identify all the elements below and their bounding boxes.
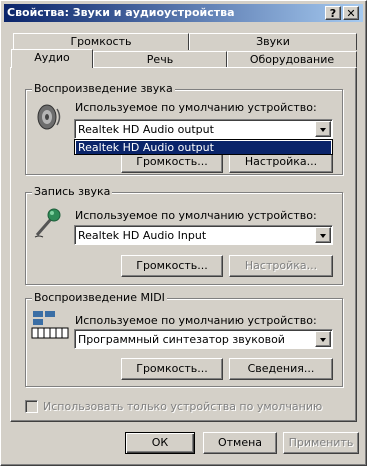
recording-device-value: Realtek HD Audio Input [78, 229, 207, 242]
midi-device-select[interactable]: Программный синтезатор звуковой [74, 329, 333, 349]
cancel-button[interactable]: Отмена [203, 432, 277, 454]
midi-volume-button[interactable]: Громкость... [121, 358, 223, 380]
dropdown-option[interactable]: Realtek HD Audio output [76, 141, 331, 154]
playback-device-select[interactable]: Realtek HD Audio output [74, 119, 333, 139]
default-only-checkbox[interactable] [25, 400, 38, 413]
playback-device-label: Используемое по умолчанию устройство: [75, 101, 317, 114]
microphone-icon [34, 208, 61, 238]
midi-keyboard-icon [31, 311, 69, 339]
tab-audio[interactable]: Аудио [11, 49, 93, 68]
chevron-down-icon[interactable] [315, 227, 331, 243]
title-bar[interactable]: Свойства: Звуки и аудиоустройства ? ✕ [4, 4, 363, 22]
midi-group-label: Воспроизведение MIDI [32, 291, 167, 304]
properties-window: Свойства: Звуки и аудиоустройства ? ✕ Гр… [0, 0, 367, 466]
tab-speech[interactable]: Речь [93, 51, 227, 68]
ok-button[interactable]: ОК [125, 432, 195, 454]
recording-device-select[interactable]: Realtek HD Audio Input [74, 225, 333, 245]
chevron-down-icon[interactable] [315, 331, 331, 347]
playback-device-dropdown: Realtek HD Audio output [74, 139, 333, 155]
help-button[interactable]: ? [325, 6, 341, 20]
close-button[interactable]: ✕ [343, 6, 359, 20]
midi-device-value: Программный синтезатор звуковой [78, 333, 285, 346]
recording-device-label: Используемое по умолчанию устройство: [75, 209, 317, 222]
recording-volume-button[interactable]: Громкость... [121, 255, 223, 277]
recording-settings-button: Настройка... [229, 255, 333, 277]
playback-device-value: Realtek HD Audio output [78, 123, 214, 136]
chevron-down-icon[interactable] [315, 121, 331, 137]
speaker-icon [37, 104, 61, 130]
playback-group-label: Воспроизведение звука [32, 82, 175, 95]
tab-sounds[interactable]: Звуки [189, 33, 357, 50]
default-only-label: Использовать только устройства по умолча… [43, 400, 323, 413]
recording-group-label: Запись звука [32, 185, 113, 198]
tab-volume[interactable]: Громкость [13, 33, 189, 50]
window-title: Свойства: Звуки и аудиоустройства [7, 6, 235, 19]
tab-hardware[interactable]: Оборудование [227, 51, 357, 68]
midi-about-button[interactable]: Сведения... [229, 358, 333, 380]
midi-device-label: Используемое по умолчанию устройство: [75, 314, 317, 327]
apply-button: Применить [283, 432, 359, 454]
